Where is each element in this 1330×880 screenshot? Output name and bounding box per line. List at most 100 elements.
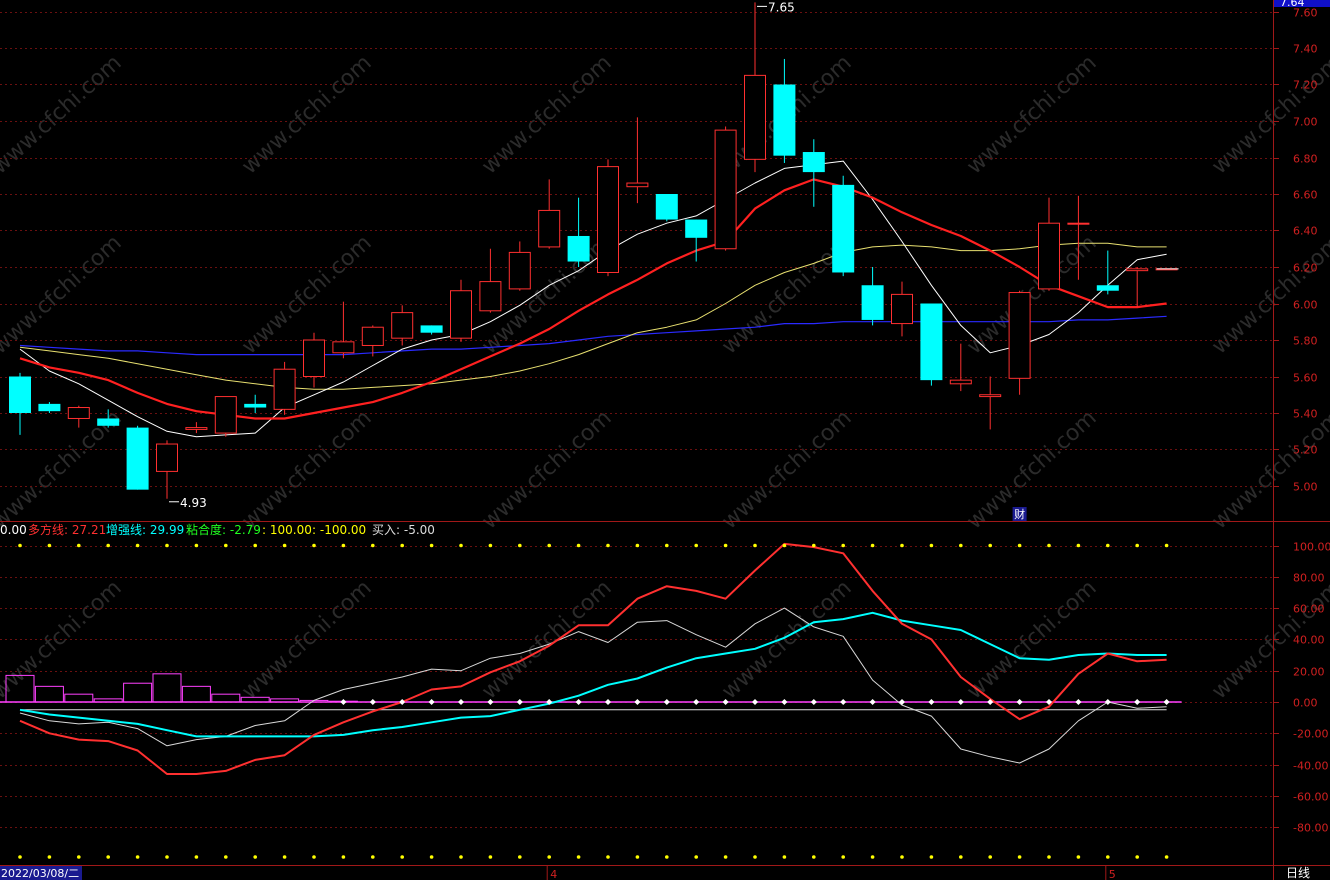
- indicator-tick-label: 20.00: [1293, 666, 1325, 679]
- zero-diamond: [840, 699, 847, 705]
- lower-dot: [488, 855, 493, 859]
- lower-dot: [723, 855, 728, 859]
- upper-dot: [547, 543, 551, 548]
- indicator-header: 0.00 多方线: 27.21 增强线: 29.99 粘合度: -2.79 : …: [0, 522, 435, 537]
- candle-up: [332, 341, 355, 354]
- lower-dot: [870, 855, 875, 859]
- candle-up: [450, 290, 472, 339]
- lower-dot: [900, 855, 904, 859]
- date-axis: 2022/03/08/二 4 5 日线: [0, 866, 1310, 880]
- price-tick-label: 5.00: [1293, 481, 1318, 494]
- candle-up: [744, 74, 766, 160]
- lower-dot: [1106, 855, 1110, 859]
- candle-up: [156, 443, 178, 472]
- watermark: www.cfchi.com: [477, 51, 616, 180]
- candle-up: [391, 312, 414, 339]
- candle-up: [67, 407, 90, 419]
- upper-dot: [841, 543, 845, 548]
- price-tick-label: 5.40: [1293, 408, 1318, 421]
- price-tick-label: 5.80: [1293, 335, 1318, 348]
- lower-dot: [135, 855, 140, 859]
- lower-dot: [400, 855, 405, 859]
- indicator-tick-label: -40.00: [1293, 760, 1328, 773]
- indicator-histogram-bar: [34, 685, 64, 703]
- candle-up: [1038, 222, 1060, 290]
- candle-up: [949, 379, 972, 385]
- candle-up: [303, 339, 325, 377]
- candle-up: [1067, 222, 1090, 225]
- upper-dot: [1106, 543, 1110, 548]
- watermark: www.cfchi.com: [1207, 406, 1330, 535]
- indicator-histogram-bar: [181, 685, 211, 703]
- watermark: www.cfchi.com: [0, 576, 127, 705]
- zero-diamond: [369, 699, 376, 705]
- lower-dot: [18, 855, 22, 859]
- lower-dot: [635, 855, 640, 859]
- upper-dot: [77, 543, 81, 548]
- upper-dot: [753, 543, 757, 548]
- lower-dot: [341, 855, 346, 859]
- zero-diamond: [634, 699, 641, 705]
- zero-diamond: [1075, 699, 1082, 705]
- zero-diamond: [1163, 699, 1170, 705]
- zero-diamond: [722, 699, 729, 705]
- zero-diamond: [516, 699, 523, 705]
- upper-dot: [282, 543, 287, 548]
- upper-dot: [194, 543, 199, 548]
- lower-dot: [606, 855, 610, 859]
- upper-dot: [576, 543, 581, 548]
- indicator-tick-label: 80.00: [1293, 572, 1325, 585]
- indicator-histogram-bar: [123, 682, 153, 703]
- upper-dot: [959, 543, 963, 548]
- candle-down: [420, 325, 443, 333]
- zero-diamond: [899, 699, 905, 705]
- candle-down: [861, 285, 884, 320]
- upper-dot: [135, 543, 140, 548]
- price-tick-label: 6.80: [1293, 153, 1318, 166]
- zero-diamond: [869, 699, 876, 705]
- candle-up: [185, 427, 208, 430]
- watermark: www.cfchi.com: [962, 51, 1101, 180]
- zero-diamond: [693, 699, 700, 705]
- upper-dot: [870, 543, 875, 548]
- price-tick-label: 5.20: [1293, 444, 1318, 457]
- zero-diamond: [428, 699, 435, 705]
- indicator-histogram-bar: [211, 693, 241, 703]
- lower-dot: [429, 855, 434, 859]
- lower-dot: [518, 855, 522, 859]
- lower-dot: [371, 855, 375, 859]
- indicator-tick-label: -20.00: [1293, 728, 1328, 741]
- zero-diamond: [340, 699, 347, 705]
- upper-dot: [18, 543, 22, 548]
- lower-dot: [282, 855, 287, 859]
- upper-dot: [1047, 543, 1051, 548]
- lower-dot: [812, 855, 816, 859]
- price-tick-label: 6.40: [1293, 225, 1318, 238]
- candle-down: [802, 152, 825, 173]
- watermark: www.cfchi.com: [237, 51, 376, 180]
- upper-dot: [988, 543, 992, 548]
- lower-dot: [753, 855, 757, 859]
- stock-chart-canvas: www.cfchi.com www.cfchi.com www.cfchi.co…: [0, 0, 1330, 880]
- lower-dot: [547, 855, 551, 859]
- lower-dot: [165, 855, 169, 859]
- lower-dot: [47, 855, 52, 859]
- upper-dot: [253, 543, 257, 548]
- lower-dot: [224, 855, 228, 859]
- lower-dot: [576, 855, 581, 859]
- lower-dot: [665, 855, 669, 859]
- period-label[interactable]: 日线: [1286, 866, 1310, 880]
- zero-diamond: [1134, 699, 1141, 705]
- finance-marker[interactable]: 财: [1014, 507, 1025, 521]
- zero-diamond: [1016, 699, 1023, 705]
- watermark: www.cfchi.com: [477, 406, 616, 535]
- upper-dot: [488, 543, 493, 548]
- lower-dot: [1164, 855, 1169, 859]
- lower-dot: [194, 855, 199, 859]
- upper-dot: [635, 543, 640, 548]
- current-price-tag-value: 7.64: [1280, 0, 1305, 9]
- lower-dot: [1076, 855, 1081, 859]
- upper-dot: [429, 543, 434, 548]
- indicator-header-zengqiang: 增强线: 29.99: [106, 523, 184, 537]
- zero-diamond: [810, 699, 817, 705]
